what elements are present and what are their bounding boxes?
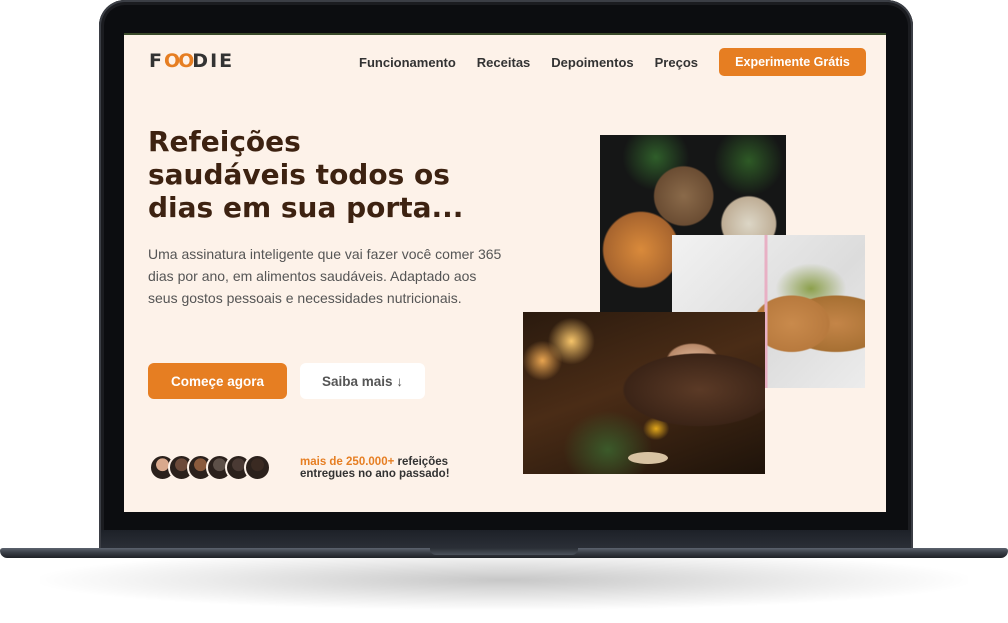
logo-text-start: F (149, 50, 164, 72)
try-free-button[interactable]: Experimente Grátis (719, 48, 866, 76)
hero-description: Uma assinatura inteligente que vai fazer… (148, 246, 502, 306)
logo-text-end: DIE (192, 50, 235, 72)
logo-infinity-mark: OO (163, 50, 194, 72)
laptop-shadow (40, 550, 968, 610)
woman-eating-photo (523, 312, 765, 474)
nav-link-funcionamento[interactable]: Funcionamento (359, 55, 456, 70)
meals-count: mais de 250.000+ (300, 456, 395, 468)
start-now-button[interactable]: Começe agora (148, 363, 287, 399)
nav-link-precos[interactable]: Preços (655, 55, 698, 70)
plate-shape (628, 452, 668, 464)
nav-link-receitas[interactable]: Receitas (477, 55, 530, 70)
foodie-logo[interactable]: FOODIE (149, 50, 234, 72)
learn-more-button[interactable]: Saiba mais ↓ (300, 363, 425, 399)
avatar (244, 454, 271, 481)
customer-avatars (149, 454, 271, 481)
meals-delivered-stat: mais de 250.000+ refeições entregues no … (300, 456, 500, 480)
hero-title: Refeições saudáveis todos os dias em sua… (148, 125, 464, 224)
main-nav: Funcionamento Receitas Depoimentos Preço… (359, 55, 698, 70)
nav-link-depoimentos[interactable]: Depoimentos (551, 55, 633, 70)
laptop-notch (430, 548, 578, 555)
laptop-hinge (101, 530, 911, 550)
website-screen: FOODIE Funcionamento Receitas Depoimento… (124, 33, 886, 512)
